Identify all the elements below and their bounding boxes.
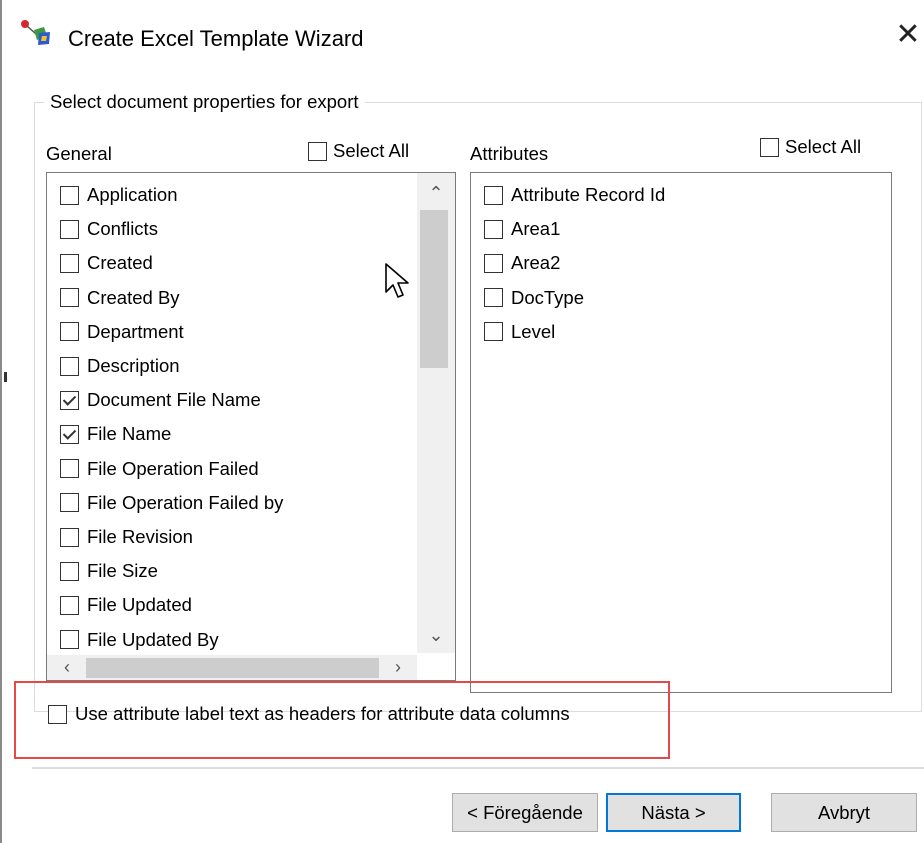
attribute-item-label: DocType <box>511 286 585 308</box>
window-edge-mark <box>4 372 7 382</box>
attributes-label: Attributes <box>470 143 549 164</box>
general-item-label: Description <box>87 355 180 376</box>
general-item-checkbox[interactable] <box>60 493 79 513</box>
general-item-label: Document File Name <box>87 389 261 411</box>
use-attribute-label-checkbox[interactable] <box>48 704 67 724</box>
attribute-item-checkbox[interactable] <box>484 253 503 273</box>
attribute-item-checkbox[interactable] <box>484 322 503 342</box>
next-button[interactable]: Nästa > <box>606 793 741 832</box>
attribute-item-checkbox[interactable] <box>484 219 503 239</box>
general-item-label: Conflicts <box>87 218 158 240</box>
general-select-all-checkbox[interactable] <box>308 141 327 161</box>
general-item-label: File Operation Failed by <box>87 491 284 513</box>
general-list-item[interactable]: File Operation Failed by <box>60 489 283 517</box>
attributes-select-all[interactable]: Select All <box>760 136 861 158</box>
attributes-select-all-label: Select All <box>785 136 862 157</box>
general-item-checkbox[interactable] <box>60 288 79 308</box>
use-attribute-label-text: Use attribute label text as headers for … <box>75 703 570 724</box>
scroll-down-icon[interactable]: ⌄ <box>417 622 455 648</box>
general-item-checkbox[interactable] <box>60 595 79 615</box>
general-list-item[interactable]: Document File Name <box>60 386 261 414</box>
general-item-label: Created <box>87 252 153 274</box>
general-list-item[interactable]: File Operation Failed <box>60 455 259 483</box>
mouse-cursor-icon <box>384 262 412 302</box>
general-item-label: File Operation Failed <box>87 457 259 479</box>
attributes-select-all-checkbox[interactable] <box>760 137 779 157</box>
general-list-item[interactable]: File Updated <box>60 591 192 619</box>
general-item-checkbox[interactable] <box>60 219 79 239</box>
general-select-all[interactable]: Select All <box>308 140 409 162</box>
group-legend: Select document properties for export <box>44 91 365 113</box>
general-item-checkbox[interactable] <box>60 424 79 444</box>
general-list-item[interactable]: Created <box>60 249 153 277</box>
general-horizontal-scroll-thumb[interactable] <box>86 658 379 678</box>
general-item-checkbox[interactable] <box>60 253 79 273</box>
general-list-item[interactable]: File Size <box>60 557 158 585</box>
attribute-item-label: Area1 <box>511 218 561 240</box>
general-item-checkbox[interactable] <box>60 356 79 376</box>
attribute-item-label: Level <box>511 320 556 342</box>
attribute-list-item[interactable]: Area1 <box>484 215 560 243</box>
general-list-item[interactable]: File Revision <box>60 523 193 551</box>
general-item-label: Application <box>87 184 178 205</box>
wizard-app-icon <box>20 18 56 48</box>
use-attribute-label-option[interactable]: Use attribute label text as headers for … <box>48 703 570 725</box>
attribute-item-checkbox[interactable] <box>484 288 503 308</box>
general-list-item[interactable]: File Updated By <box>60 626 219 654</box>
general-item-label: File Revision <box>87 526 193 547</box>
attribute-list-item[interactable]: DocType <box>484 284 584 312</box>
general-item-label: File Updated <box>87 594 192 616</box>
attribute-item-label: Area2 <box>511 252 561 274</box>
scroll-up-icon[interactable]: ⌃ <box>417 180 455 206</box>
scroll-left-icon[interactable]: ‹ <box>52 655 82 680</box>
general-vertical-scroll-thumb[interactable] <box>420 210 448 368</box>
general-item-checkbox[interactable] <box>60 390 79 410</box>
attribute-list-item[interactable]: Level <box>484 318 555 346</box>
general-list-item[interactable]: Created By <box>60 284 180 312</box>
attribute-item-checkbox[interactable] <box>484 185 503 205</box>
general-list-item[interactable]: Conflicts <box>60 215 158 243</box>
general-list-item[interactable]: Application <box>60 181 178 209</box>
general-item-label: Created By <box>87 286 180 308</box>
scroll-right-icon[interactable]: › <box>383 655 413 680</box>
general-item-checkbox[interactable] <box>60 630 79 650</box>
previous-button[interactable]: < Föregående <box>452 793 598 832</box>
general-label: General <box>46 143 112 164</box>
general-item-checkbox[interactable] <box>60 185 79 205</box>
attribute-list-item[interactable]: Attribute Record Id <box>484 181 665 209</box>
general-item-checkbox[interactable] <box>60 322 79 342</box>
cancel-button[interactable]: Avbryt <box>771 793 917 832</box>
general-item-label: Department <box>87 320 184 342</box>
attribute-list-item[interactable]: Area2 <box>484 249 560 277</box>
general-item-label: File Updated By <box>87 628 219 650</box>
general-select-all-label: Select All <box>333 140 410 161</box>
footer-separator <box>32 767 924 769</box>
window-title: Create Excel Template Wizard <box>68 26 364 51</box>
general-item-label: File Size <box>87 560 158 582</box>
window-left-edge <box>0 0 2 843</box>
attribute-item-label: Attribute Record Id <box>511 184 666 205</box>
general-list-item[interactable]: File Name <box>60 420 171 448</box>
general-item-checkbox[interactable] <box>60 459 79 479</box>
general-item-checkbox[interactable] <box>60 561 79 581</box>
general-list-item[interactable]: Department <box>60 318 184 346</box>
general-item-checkbox[interactable] <box>60 527 79 547</box>
general-item-label: File Name <box>87 423 172 445</box>
close-icon[interactable]: ✕ <box>893 20 923 50</box>
general-list-item[interactable]: Description <box>60 352 180 380</box>
